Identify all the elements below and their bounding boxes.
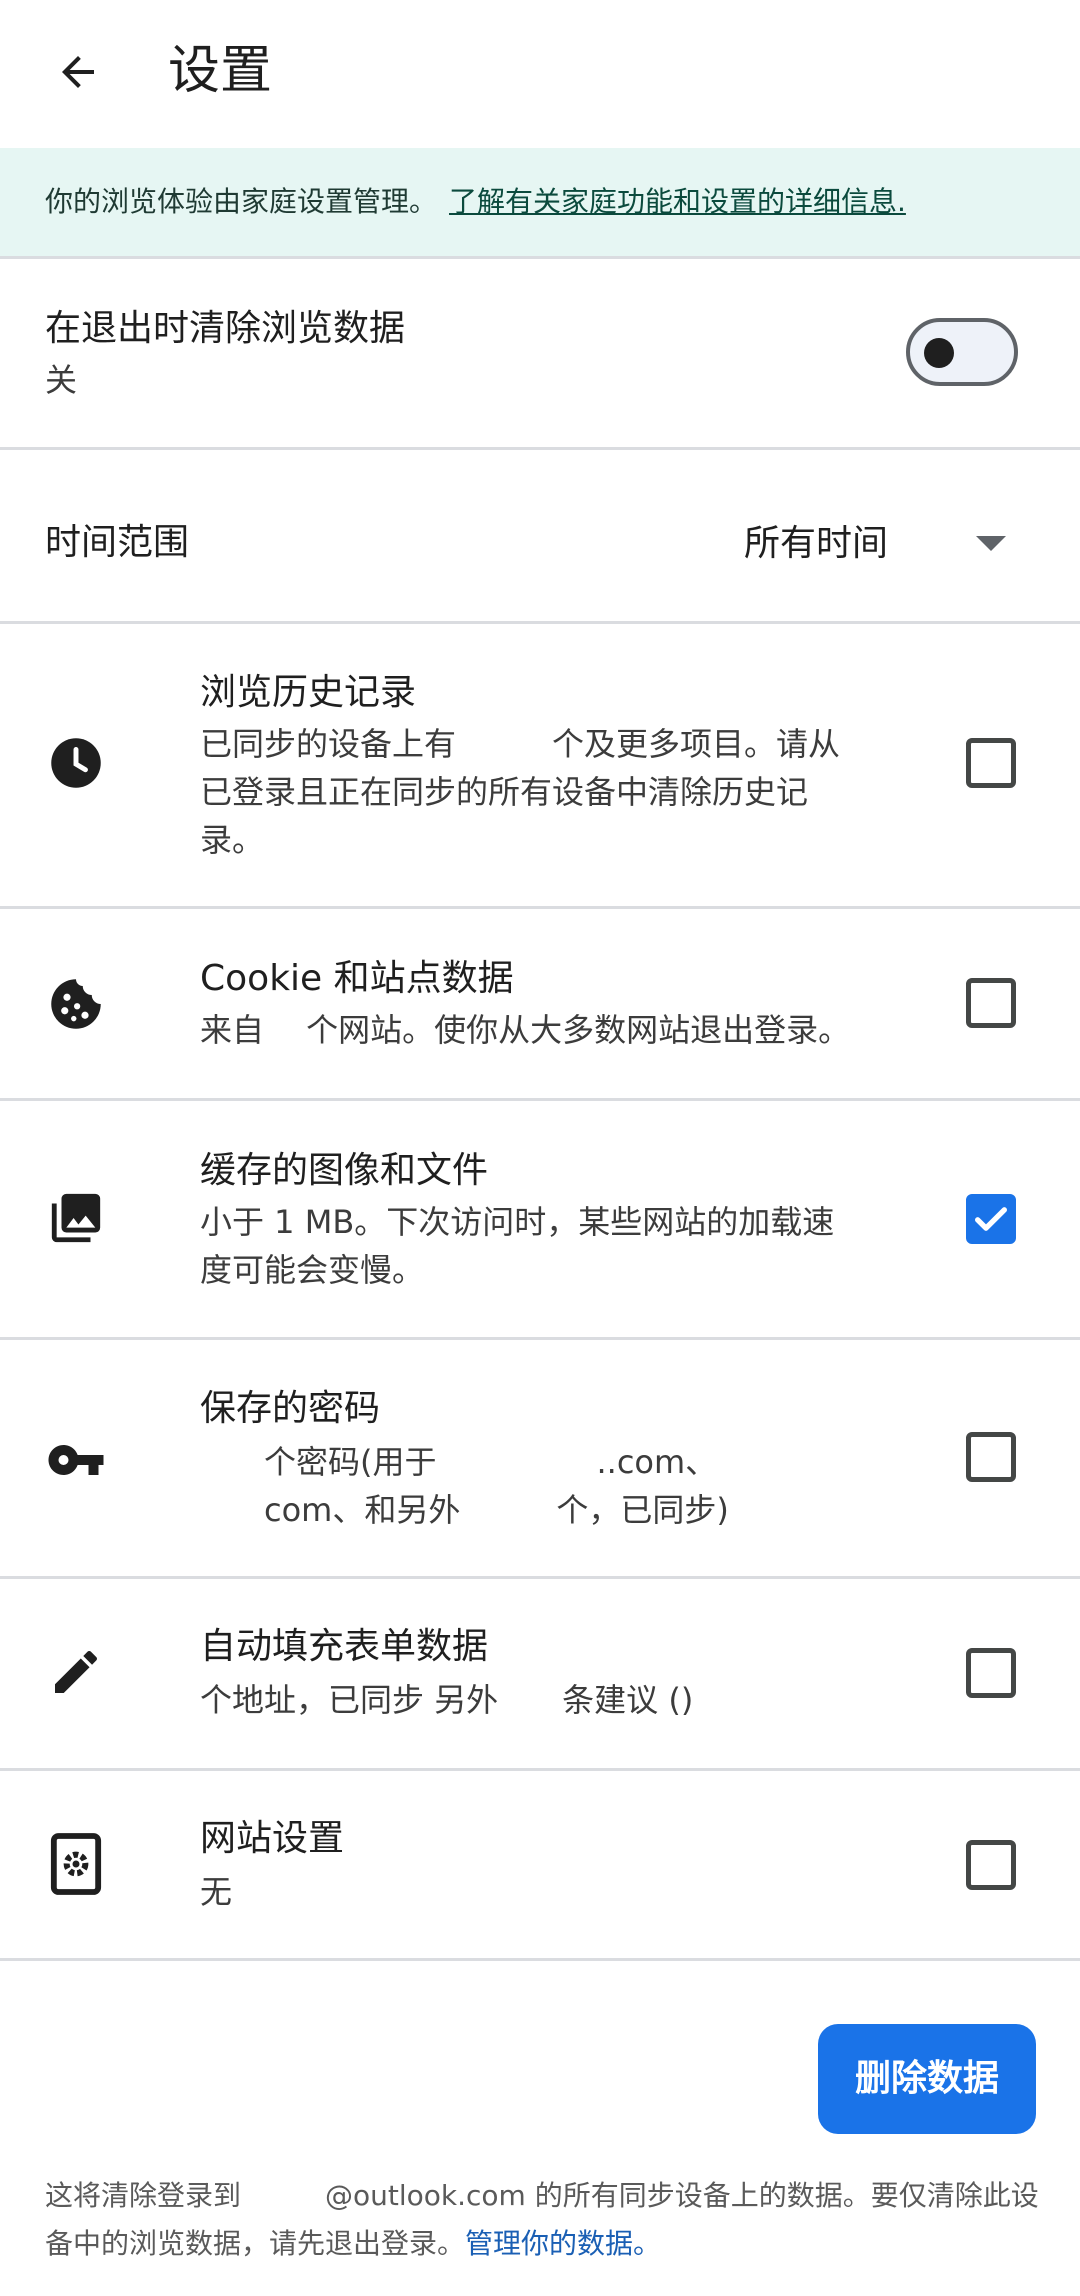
delete-data-button[interactable]: 删除数据 [818,2024,1036,2134]
time-range-dropdown[interactable]: 所有时间 [744,516,888,572]
cached-images-checkbox[interactable] [966,1194,1016,1244]
pencil-icon [46,1642,106,1702]
toggle-knob [924,338,954,368]
back-arrow-icon[interactable] [48,42,108,102]
divider [0,1337,1080,1340]
divider [0,447,1080,450]
divider [0,256,1080,259]
site-settings-checkbox[interactable] [966,1840,1016,1890]
item-subtitle: 无 [200,1873,233,1911]
autofill-checkbox[interactable] [966,1648,1016,1698]
checkmark-icon [975,1207,1007,1231]
key-icon [46,1430,106,1490]
banner-text: 你的浏览体验由家庭设置管理。 [45,185,438,218]
page-title: 设置 [168,41,273,101]
divider [0,1098,1080,1101]
item-subtitle: 个密码(用于 ..com、 [200,1443,718,1481]
divider [0,1958,1080,1961]
divider [0,621,1080,624]
item-subtitle: 小于 1 MB。下次访问时，某些网站的加载速 [200,1203,835,1241]
app-bar: 设置 [0,0,1080,148]
item-title: 自动填充表单数据 [200,1626,489,1667]
site-settings-icon [46,1833,106,1895]
cookies-checkbox[interactable] [966,978,1016,1028]
item-subtitle: 已同步的设备上有 个及更多项目。请从 [200,725,841,763]
clear-on-exit-title: 在退出时清除浏览数据 [45,308,406,349]
item-subtitle: 个地址，已同步 另外 条建议 () [200,1681,694,1719]
divider [0,1576,1080,1579]
cookie-icon [46,974,106,1034]
item-title: Cookie 和站点数据 [200,958,514,999]
dropdown-arrow-icon[interactable] [976,536,1006,551]
item-subtitle: 已登录且正在同步的所有设备中清除历史记 [200,773,809,811]
manage-data-link[interactable]: 管理你的数据。 [465,2227,661,2260]
banner-learn-more-link[interactable]: 了解有关家庭功能和设置的详细信息. [449,185,906,218]
time-range-label: 时间范围 [45,522,190,563]
item-subtitle: 来自 个网站。使你从大多数网站退出登录。 [200,1011,851,1049]
browsing-history-checkbox[interactable] [966,738,1016,788]
item-title: 缓存的图像和文件 [200,1150,489,1191]
divider [0,1768,1080,1771]
item-subtitle: com、和另外 个，已同步) [200,1491,729,1529]
divider [0,906,1080,909]
images-icon [46,1188,106,1248]
clear-on-exit-status: 关 [45,361,78,399]
item-title: 保存的密码 [200,1388,381,1429]
family-settings-banner: 你的浏览体验由家庭设置管理。 了解有关家庭功能和设置的详细信息. [0,148,1080,256]
clock-icon [46,733,106,793]
saved-passwords-checkbox[interactable] [966,1432,1016,1482]
item-subtitle: 录。 [200,821,265,859]
item-title: 浏览历史记录 [200,672,417,713]
footer-note: 这将清除登录到 @outlook.com 的所有同步设备上的数据。要仅清除此设备… [45,2172,1045,2268]
item-title: 网站设置 [200,1818,345,1859]
clear-on-exit-toggle[interactable] [906,318,1018,386]
item-subtitle: 度可能会变慢。 [200,1251,425,1289]
